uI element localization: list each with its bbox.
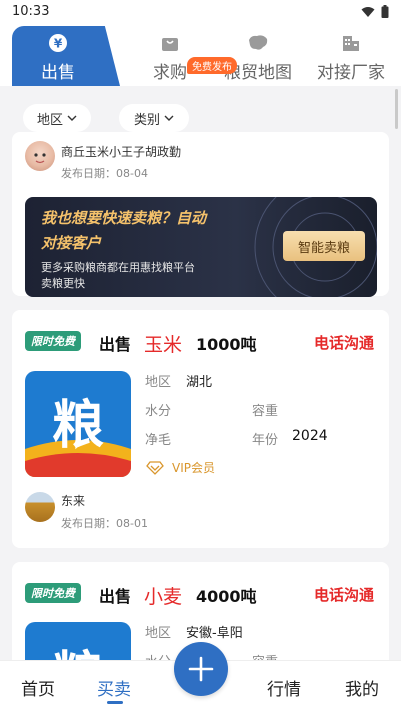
platform-logo: 粮 (25, 371, 131, 477)
year-value: 2024 (292, 428, 328, 444)
region-filter-label: 地区 (36, 112, 63, 128)
quantity: 1000吨 (196, 335, 257, 354)
tab-buy[interactable]: 求购 (146, 32, 194, 83)
svg-text:粮: 粮 (52, 396, 104, 456)
quantity: 4000吨 (196, 587, 257, 606)
category-filter-label: 类别 (133, 112, 160, 128)
region-value: 安徽-阜阳 (186, 626, 243, 641)
nav-active-indicator (107, 701, 123, 704)
grain-type: 玉米 (144, 334, 183, 356)
grain-type: 小麦 (144, 586, 183, 608)
banner-subtitle-line1: 更多采购粮商都在用惠找粮平台 (41, 261, 195, 274)
nav-market[interactable]: 行情 (267, 675, 301, 700)
tab-factory-connect[interactable]: 对接厂家 (315, 32, 387, 83)
svg-text:¥: ¥ (54, 37, 63, 51)
year-label: 年份 (252, 433, 279, 448)
weight-label: 容重 (252, 404, 279, 419)
chevron-down-icon (164, 115, 174, 121)
smart-sell-banner[interactable]: 我也想要快速卖粮？自动 对接客户 更多采购粮商都在用惠找粮平台 卖粮更快 智能卖… (25, 197, 377, 297)
limited-free-tag: 限时免费 (25, 583, 81, 603)
battery-icon (381, 5, 389, 18)
status-bar: 10:33 (0, 0, 401, 24)
poster-name: 东来 (61, 494, 86, 508)
region-filter[interactable]: 地区 (23, 104, 91, 132)
phone-contact-link[interactable]: 电话沟通 (314, 584, 374, 605)
poster-name: 商丘玉米小王子胡政勤 (61, 145, 182, 159)
shopping-bag-icon (146, 32, 194, 54)
plus-icon (188, 656, 214, 682)
wifi-icon (361, 6, 375, 17)
category-filter[interactable]: 类别 (119, 104, 189, 132)
vip-label: VIP会员 (172, 461, 215, 475)
post-date: 发布日期：08-04 (61, 167, 148, 180)
chevron-down-icon (67, 115, 77, 121)
nav-home[interactable]: 首页 (21, 675, 55, 700)
region-value: 湖北 (186, 375, 213, 390)
tab-label: 出售 (41, 63, 75, 83)
top-tab-bar: ¥ 出售 求购 粮贸地图 对接厂家 免费发布 (0, 24, 401, 86)
vip-badge: VIP会员 (146, 459, 215, 476)
smart-sell-button[interactable]: 智能卖粮 (283, 231, 365, 261)
phone-contact-link[interactable]: 电话沟通 (314, 332, 374, 353)
diamond-icon (146, 460, 164, 475)
nav-mine[interactable]: 我的 (345, 675, 379, 700)
building-icon (315, 32, 387, 54)
yen-icon: ¥ (30, 32, 86, 54)
publish-button[interactable] (174, 642, 228, 696)
moisture-label: 水分 (145, 404, 172, 419)
limited-free-tag: 限时免费 (25, 331, 81, 351)
listing-type: 出售 (99, 335, 132, 354)
tab-sell[interactable]: ¥ 出售 (30, 32, 86, 83)
free-publish-badge: 免费发布 (187, 57, 237, 74)
gross-label: 净毛 (145, 433, 172, 448)
region-label: 地区 (145, 626, 172, 641)
banner-title-line1: 我也想要快速卖粮？自动 (41, 209, 207, 227)
banner-subtitle-line2: 卖粮更快 (41, 277, 85, 290)
banner-title-line2: 对接客户 (41, 234, 102, 252)
nav-trade[interactable]: 买卖 (97, 675, 131, 700)
map-icon (222, 32, 294, 54)
listing-type: 出售 (99, 587, 132, 606)
status-time: 10:33 (12, 4, 50, 19)
avatar (25, 141, 55, 171)
tab-label: 对接厂家 (317, 63, 385, 83)
avatar (25, 492, 55, 522)
status-icons (361, 5, 389, 18)
post-date: 发布日期：08-01 (61, 517, 148, 530)
region-label: 地区 (145, 375, 172, 390)
scrollbar[interactable] (395, 89, 398, 129)
